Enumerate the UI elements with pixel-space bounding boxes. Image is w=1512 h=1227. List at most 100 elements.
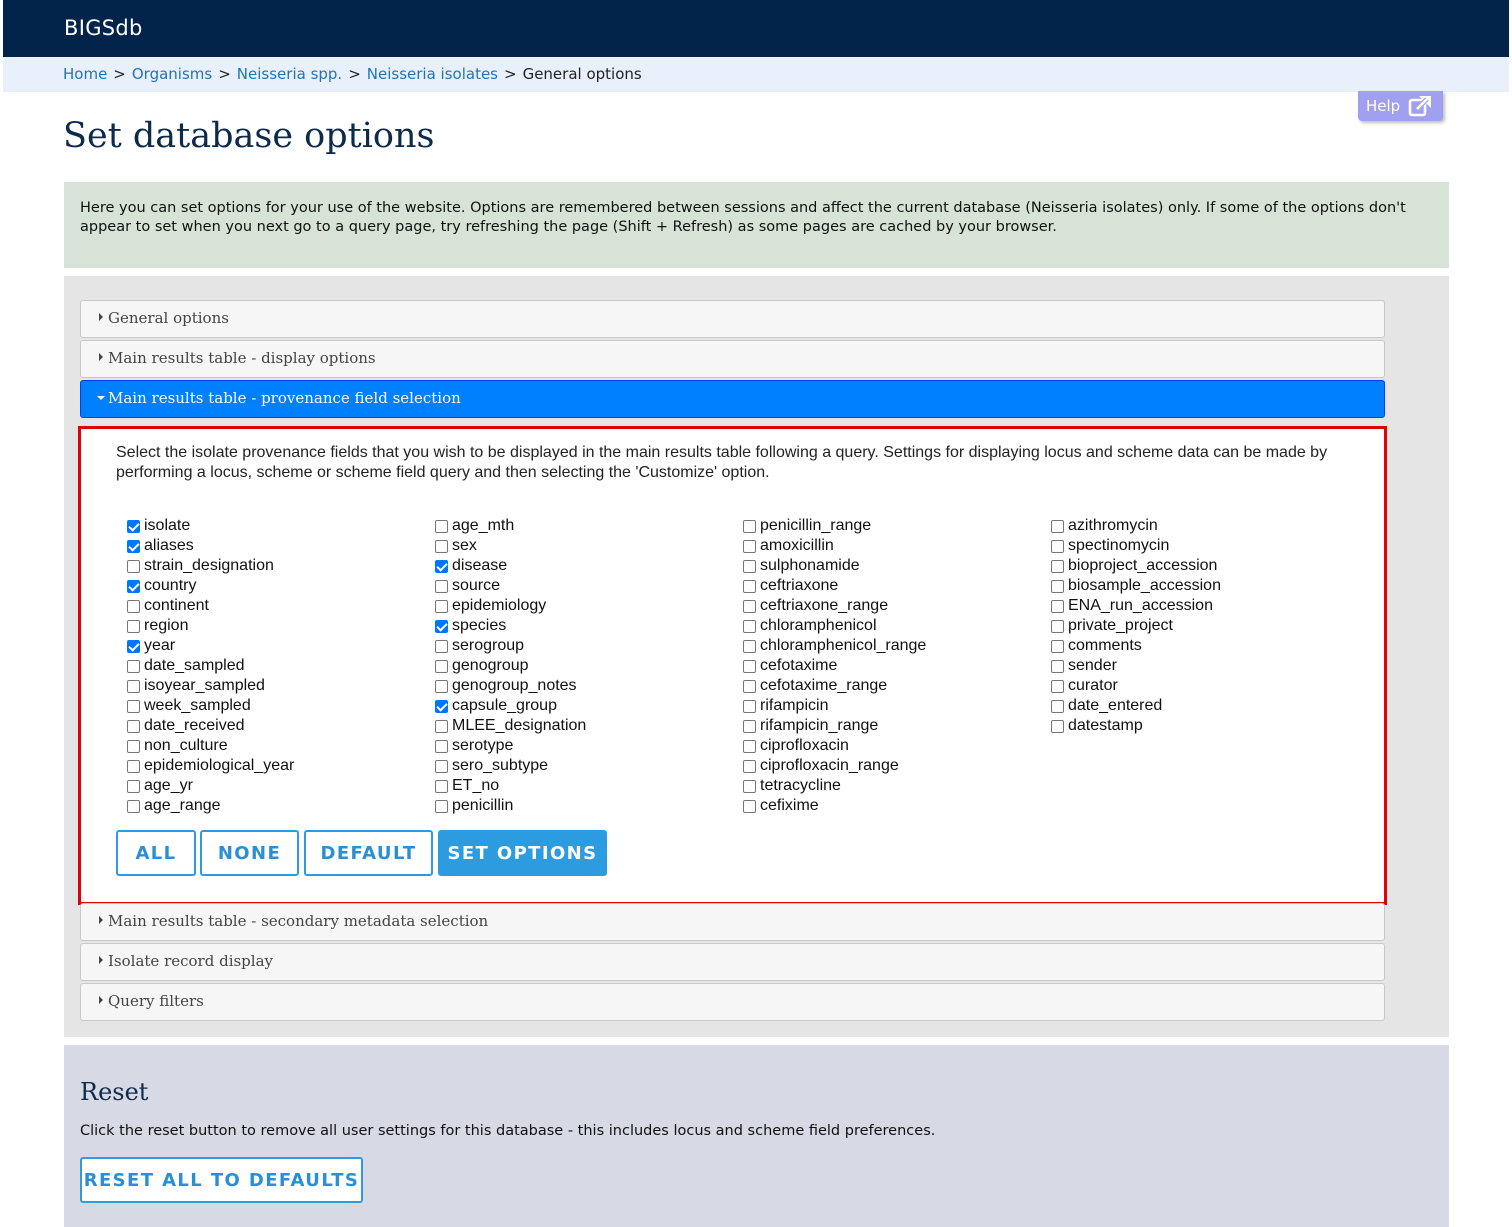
field-option-sex[interactable]: sex bbox=[435, 536, 586, 556]
field-option-epidemiology[interactable]: epidemiology bbox=[435, 596, 586, 616]
field-option-azithromycin[interactable]: azithromycin bbox=[1051, 516, 1221, 536]
field-checkbox[interactable] bbox=[127, 619, 140, 633]
field-option-year[interactable]: year bbox=[127, 636, 294, 656]
field-option-date-received[interactable]: date_received bbox=[127, 716, 294, 736]
field-option-cefixime[interactable]: cefixime bbox=[743, 796, 926, 816]
field-option-ciprofloxacin-range[interactable]: ciprofloxacin_range bbox=[743, 756, 926, 776]
field-option-capsule-group[interactable]: capsule_group bbox=[435, 696, 586, 716]
field-option-age-mth[interactable]: age_mth bbox=[435, 516, 586, 536]
field-checkbox[interactable] bbox=[435, 699, 448, 713]
accordion-isolate-record-display[interactable]: Isolate record display bbox=[80, 943, 1385, 981]
field-option-ena-run-accession[interactable]: ENA_run_accession bbox=[1051, 596, 1221, 616]
field-option-region[interactable]: region bbox=[127, 616, 294, 636]
brand-logo-text[interactable]: BIGSdb bbox=[64, 16, 143, 40]
field-option-genogroup-notes[interactable]: genogroup_notes bbox=[435, 676, 586, 696]
field-option-ceftriaxone[interactable]: ceftriaxone bbox=[743, 576, 926, 596]
field-checkbox[interactable] bbox=[743, 599, 756, 613]
field-checkbox[interactable] bbox=[435, 639, 448, 653]
field-checkbox[interactable] bbox=[743, 699, 756, 713]
field-option-comments[interactable]: comments bbox=[1051, 636, 1221, 656]
field-checkbox[interactable] bbox=[1051, 579, 1064, 593]
select-none-button[interactable]: NONE bbox=[200, 830, 299, 876]
field-option-et-no[interactable]: ET_no bbox=[435, 776, 586, 796]
field-option-serotype[interactable]: serotype bbox=[435, 736, 586, 756]
field-checkbox[interactable] bbox=[127, 799, 140, 813]
select-all-button[interactable]: ALL bbox=[116, 830, 196, 876]
field-option-isoyear-sampled[interactable]: isoyear_sampled bbox=[127, 676, 294, 696]
field-option-penicillin[interactable]: penicillin bbox=[435, 796, 586, 816]
field-checkbox[interactable] bbox=[435, 599, 448, 613]
field-checkbox[interactable] bbox=[1051, 519, 1064, 533]
field-checkbox[interactable] bbox=[435, 739, 448, 753]
field-checkbox[interactable] bbox=[435, 659, 448, 673]
field-option-rifampicin[interactable]: rifampicin bbox=[743, 696, 926, 716]
field-option-aliases[interactable]: aliases bbox=[127, 536, 294, 556]
breadcrumb-neisseria-spp[interactable]: Neisseria spp. bbox=[237, 65, 342, 83]
field-checkbox[interactable] bbox=[127, 559, 140, 573]
field-option-strain-designation[interactable]: strain_designation bbox=[127, 556, 294, 576]
field-checkbox[interactable] bbox=[1051, 639, 1064, 653]
field-option-sero-subtype[interactable]: sero_subtype bbox=[435, 756, 586, 776]
field-checkbox[interactable] bbox=[743, 639, 756, 653]
field-checkbox[interactable] bbox=[435, 579, 448, 593]
field-checkbox[interactable] bbox=[743, 559, 756, 573]
field-option-sulphonamide[interactable]: sulphonamide bbox=[743, 556, 926, 576]
default-button[interactable]: DEFAULT bbox=[304, 830, 433, 876]
field-checkbox[interactable] bbox=[127, 579, 140, 593]
field-option-cefotaxime-range[interactable]: cefotaxime_range bbox=[743, 676, 926, 696]
field-checkbox[interactable] bbox=[743, 759, 756, 773]
field-option-bioproject-accession[interactable]: bioproject_accession bbox=[1051, 556, 1221, 576]
field-checkbox[interactable] bbox=[127, 519, 140, 533]
field-option-mlee-designation[interactable]: MLEE_designation bbox=[435, 716, 586, 736]
field-option-isolate[interactable]: isolate bbox=[127, 516, 294, 536]
field-checkbox[interactable] bbox=[435, 559, 448, 573]
field-option-ciprofloxacin[interactable]: ciprofloxacin bbox=[743, 736, 926, 756]
field-checkbox[interactable] bbox=[435, 759, 448, 773]
field-checkbox[interactable] bbox=[435, 779, 448, 793]
field-checkbox[interactable] bbox=[743, 619, 756, 633]
field-option-datestamp[interactable]: datestamp bbox=[1051, 716, 1221, 736]
field-checkbox[interactable] bbox=[127, 759, 140, 773]
field-option-amoxicillin[interactable]: amoxicillin bbox=[743, 536, 926, 556]
field-checkbox[interactable] bbox=[127, 599, 140, 613]
field-checkbox[interactable] bbox=[127, 779, 140, 793]
breadcrumb-neisseria-isolates[interactable]: Neisseria isolates bbox=[367, 65, 498, 83]
field-option-age-range[interactable]: age_range bbox=[127, 796, 294, 816]
field-checkbox[interactable] bbox=[435, 539, 448, 553]
field-checkbox[interactable] bbox=[743, 579, 756, 593]
accordion-display-options[interactable]: Main results table - display options bbox=[80, 340, 1385, 378]
field-checkbox[interactable] bbox=[743, 679, 756, 693]
field-checkbox[interactable] bbox=[1051, 539, 1064, 553]
field-checkbox[interactable] bbox=[1051, 679, 1064, 693]
field-option-age-yr[interactable]: age_yr bbox=[127, 776, 294, 796]
field-option-genogroup[interactable]: genogroup bbox=[435, 656, 586, 676]
field-checkbox[interactable] bbox=[127, 539, 140, 553]
field-checkbox[interactable] bbox=[1051, 619, 1064, 633]
field-option-country[interactable]: country bbox=[127, 576, 294, 596]
field-option-rifampicin-range[interactable]: rifampicin_range bbox=[743, 716, 926, 736]
breadcrumb-organisms[interactable]: Organisms bbox=[132, 65, 212, 83]
field-checkbox[interactable] bbox=[127, 699, 140, 713]
field-option-curator[interactable]: curator bbox=[1051, 676, 1221, 696]
accordion-general-options[interactable]: General options bbox=[80, 300, 1385, 338]
field-checkbox[interactable] bbox=[127, 639, 140, 653]
field-checkbox[interactable] bbox=[127, 659, 140, 673]
field-checkbox[interactable] bbox=[127, 739, 140, 753]
field-option-cefotaxime[interactable]: cefotaxime bbox=[743, 656, 926, 676]
field-checkbox[interactable] bbox=[1051, 699, 1064, 713]
field-option-species[interactable]: species bbox=[435, 616, 586, 636]
field-checkbox[interactable] bbox=[743, 799, 756, 813]
field-option-sender[interactable]: sender bbox=[1051, 656, 1221, 676]
field-checkbox[interactable] bbox=[743, 779, 756, 793]
field-checkbox[interactable] bbox=[743, 519, 756, 533]
field-checkbox[interactable] bbox=[743, 659, 756, 673]
field-option-continent[interactable]: continent bbox=[127, 596, 294, 616]
field-checkbox[interactable] bbox=[1051, 659, 1064, 673]
field-option-date-sampled[interactable]: date_sampled bbox=[127, 656, 294, 676]
field-option-penicillin-range[interactable]: penicillin_range bbox=[743, 516, 926, 536]
field-checkbox[interactable] bbox=[435, 719, 448, 733]
field-checkbox[interactable] bbox=[1051, 719, 1064, 733]
field-checkbox[interactable] bbox=[743, 719, 756, 733]
field-option-disease[interactable]: disease bbox=[435, 556, 586, 576]
field-option-serogroup[interactable]: serogroup bbox=[435, 636, 586, 656]
